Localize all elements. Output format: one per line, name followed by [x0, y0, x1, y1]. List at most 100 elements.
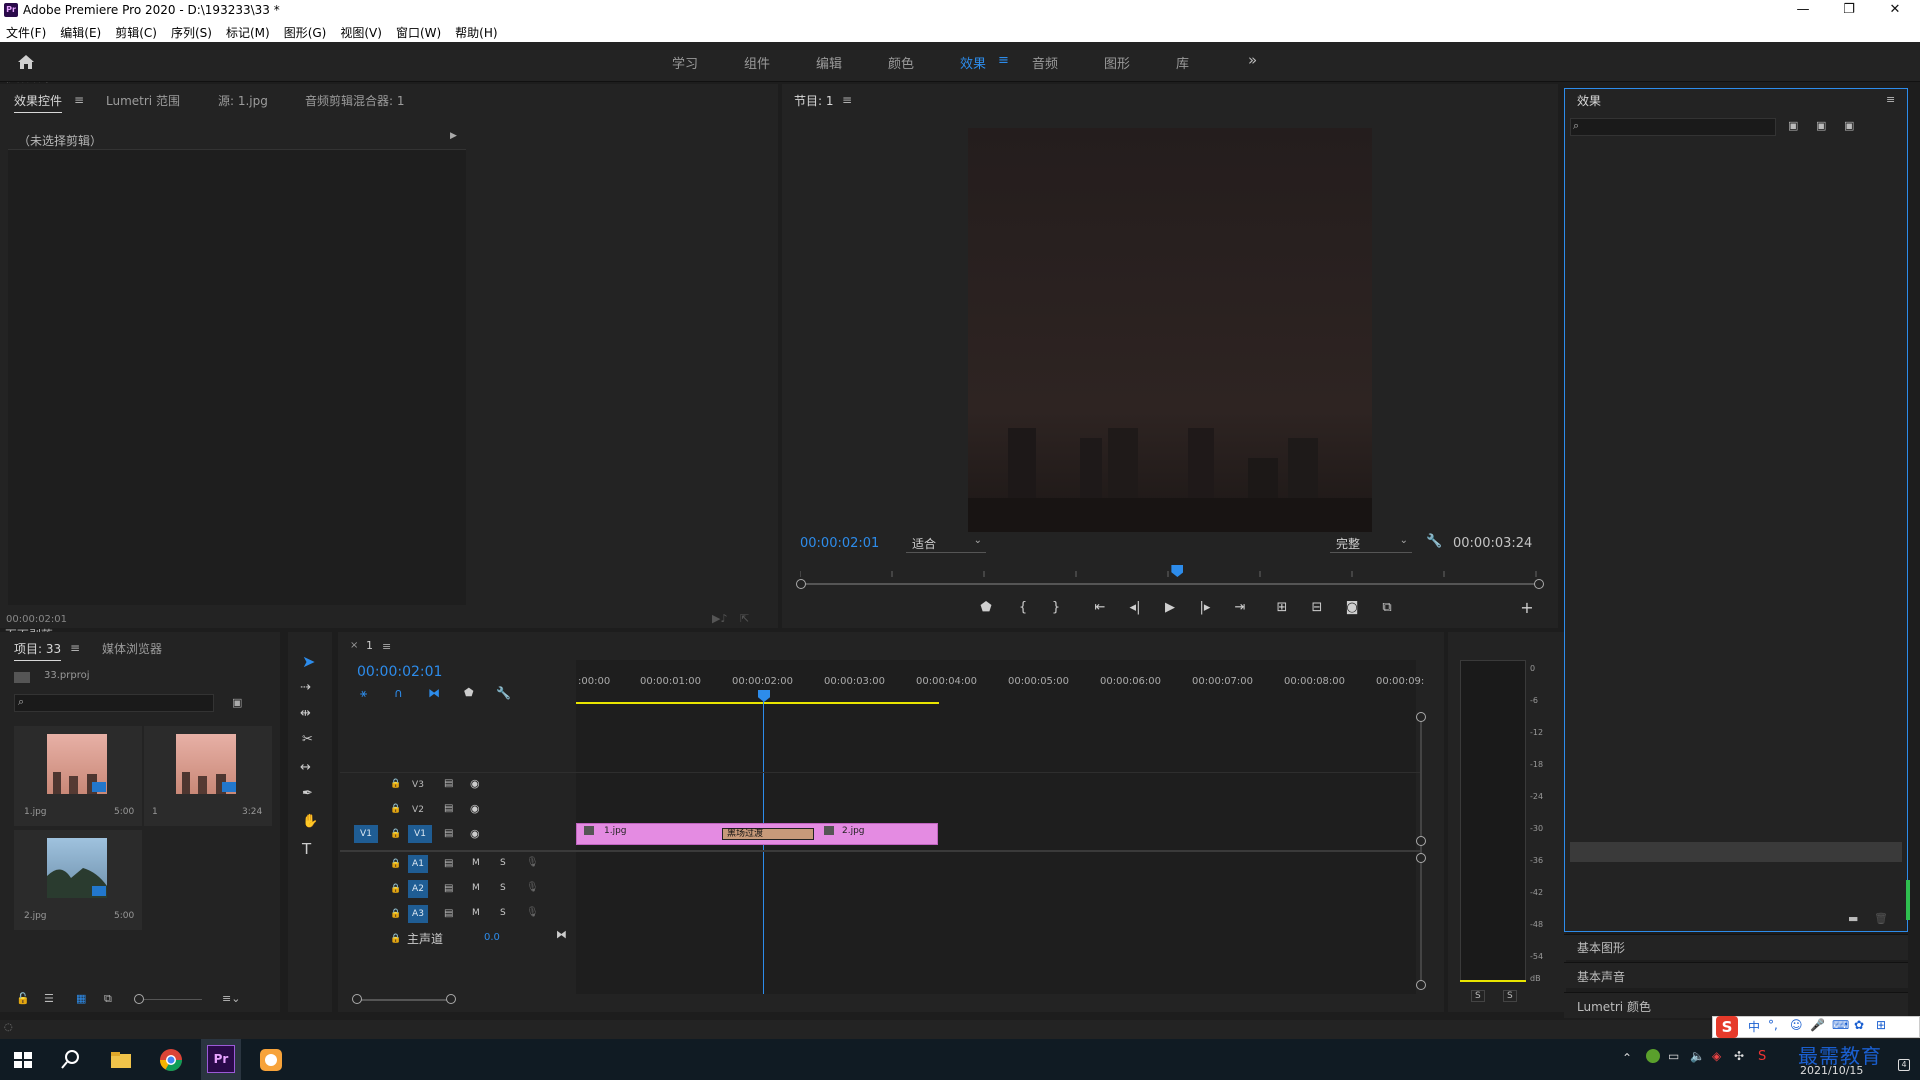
track-lock-icon[interactable]: 🔒	[390, 804, 401, 814]
more-workspaces-icon[interactable]: »	[1248, 51, 1257, 69]
nest-icon[interactable]: ⚹	[360, 686, 367, 701]
vscroll-handle-mid[interactable]	[1416, 836, 1426, 846]
menu-view[interactable]: 视图(V)	[340, 21, 388, 42]
ime-punctuation-icon[interactable]: °,	[1768, 1018, 1778, 1032]
sync-lock-icon[interactable]: ▤	[444, 778, 453, 789]
menu-edit[interactable]: 编辑(E)	[60, 21, 107, 42]
track-eye-icon[interactable]: ◉	[470, 802, 480, 815]
track-a1[interactable]: A1	[408, 855, 428, 873]
sync-lock-icon[interactable]: ▤	[444, 908, 453, 919]
clip-2jpg[interactable]: 2.jpg	[842, 826, 865, 836]
accelerated-effects-icon[interactable]: ▣	[1788, 119, 1798, 132]
snap-icon[interactable]: ∩	[394, 686, 403, 700]
workspace-assembly[interactable]: 组件	[744, 53, 770, 72]
tray-chevron-icon[interactable]: ⌃	[1622, 1051, 1632, 1065]
ime-voice-icon[interactable]: 🎤	[1810, 1018, 1825, 1032]
app-taskbar-icon[interactable]	[256, 1045, 286, 1075]
sequence-menu-icon[interactable]: ≡	[382, 640, 391, 653]
project-menu-icon[interactable]: ≡	[70, 641, 80, 655]
fit-dropdown[interactable]: 适合 ⌄	[906, 535, 986, 553]
tray-security-icon[interactable]: ◈	[1712, 1049, 1721, 1063]
program-current-timecode[interactable]: 00:00:02:01	[800, 536, 879, 551]
ime-skin-icon[interactable]: ✿	[1854, 1018, 1864, 1032]
track-lock-icon[interactable]: 🔒	[390, 934, 401, 944]
menu-file[interactable]: 文件(F)	[6, 21, 52, 42]
mute-button[interactable]: M	[472, 883, 480, 893]
restore-button[interactable]: ❐	[1826, 0, 1872, 21]
track-select-tool-icon[interactable]: ⇢	[300, 680, 311, 695]
32bit-effects-icon[interactable]: ▣	[1816, 119, 1826, 132]
tab-effect-controls[interactable]: 效果控件	[14, 92, 63, 113]
tab-media-browser[interactable]: 媒体浏览器	[102, 640, 162, 657]
sogou-logo-icon[interactable]: S	[1716, 1016, 1738, 1038]
master-end-icon[interactable]: ⧓	[556, 928, 567, 941]
go-to-out-icon[interactable]: ⇥	[1230, 598, 1250, 618]
add-marker-icon[interactable]: ⬟	[464, 686, 474, 699]
track-lock-icon[interactable]: 🔒	[390, 859, 401, 869]
track-a3[interactable]: A3	[408, 905, 428, 923]
tray-app-icon[interactable]	[1646, 1049, 1660, 1063]
track-lock-icon[interactable]: 🔒	[390, 909, 401, 919]
sync-lock-icon[interactable]: ▤	[444, 803, 453, 814]
track-eye-icon[interactable]: ◉	[470, 777, 480, 790]
add-marker-icon[interactable]: ⬟	[976, 598, 996, 618]
work-area-bar[interactable]	[576, 702, 939, 704]
hscroll-handle-left[interactable]	[352, 994, 362, 1004]
menu-sequence[interactable]: 序列(S)	[171, 21, 218, 42]
master-volume[interactable]: 0.0	[484, 932, 500, 943]
track-lock-icon[interactable]: 🔒	[390, 829, 401, 839]
selection-tool-icon[interactable]: ➤	[302, 652, 315, 671]
workspace-graphics[interactable]: 图形	[1104, 53, 1130, 72]
ime-emoji-icon[interactable]: ☺	[1790, 1018, 1803, 1032]
step-forward-icon[interactable]: |▸	[1195, 598, 1215, 618]
list-view-icon[interactable]: ☰	[44, 992, 54, 1005]
source-patch-v1[interactable]: V1	[354, 825, 378, 843]
mute-button[interactable]: M	[472, 858, 480, 868]
menu-window[interactable]: 窗口(W)	[396, 21, 447, 42]
freeform-view-icon[interactable]: ⧉	[104, 992, 112, 1006]
close-sequence-icon[interactable]: ×	[350, 640, 358, 651]
minimize-button[interactable]: —	[1780, 0, 1826, 21]
hscroll-handle-right[interactable]	[446, 994, 456, 1004]
workspace-audio[interactable]: 音频	[1032, 53, 1058, 72]
export-icon[interactable]: ⇱	[740, 612, 749, 625]
sync-lock-icon[interactable]: ▤	[444, 828, 453, 839]
menu-markers[interactable]: 标记(M)	[226, 21, 276, 42]
ime-chinese-mode[interactable]: 中	[1748, 1018, 1760, 1035]
play-icon[interactable]: ▶	[1160, 598, 1180, 618]
menu-clip[interactable]: 剪辑(C)	[115, 21, 163, 42]
tray-network-icon[interactable]: ▭	[1668, 1049, 1679, 1063]
delete-icon[interactable]: 🗑	[1874, 912, 1888, 925]
lock-icon[interactable]: 🔓	[16, 992, 30, 1005]
workspace-editing[interactable]: 编辑	[816, 53, 842, 72]
program-scrub-track[interactable]	[801, 583, 1539, 585]
linked-selection-icon[interactable]: ⧓	[428, 686, 440, 700]
tab-audio-clip-mixer[interactable]: 音频剪辑混合器: 1	[305, 92, 405, 109]
ime-keyboard-icon[interactable]: ⌨	[1832, 1018, 1849, 1032]
sogou-ime-icon[interactable]: S	[1758, 1049, 1766, 1064]
new-bin-search-icon[interactable]: ▣	[232, 696, 242, 709]
play-audio-icon[interactable]: ▶♪	[712, 612, 727, 625]
timeline-settings-icon[interactable]: 🔧	[496, 686, 511, 700]
vertical-scrollbar[interactable]	[1420, 712, 1422, 984]
timeline-timecode[interactable]: 00:00:02:01	[357, 664, 442, 680]
sync-lock-icon[interactable]: ▤	[444, 858, 453, 869]
transition-fade-to-black[interactable]: 黑场过渡	[722, 828, 814, 840]
zoom-handle-left[interactable]	[796, 579, 806, 589]
program-title[interactable]: 节目: 1	[794, 92, 834, 112]
voiceover-mic-icon[interactable]: 🎙	[526, 907, 539, 918]
button-editor-icon[interactable]: +	[1517, 598, 1537, 618]
program-menu-icon[interactable]: ≡	[842, 93, 852, 107]
ime-toolbox-icon[interactable]: ⊞	[1876, 1018, 1886, 1032]
zoom-handle-right[interactable]	[1534, 579, 1544, 589]
workspace-effects[interactable]: 效果	[960, 53, 986, 72]
track-lock-icon[interactable]: 🔒	[390, 884, 401, 894]
effects-scrollbar-thumb[interactable]	[1906, 880, 1910, 920]
zoom-slider-handle[interactable]	[134, 994, 144, 1004]
clip-1jpg[interactable]: 1.jpg	[604, 826, 627, 836]
program-ruler[interactable]	[799, 566, 1540, 577]
mute-button[interactable]: M	[472, 908, 480, 918]
export-frame-icon[interactable]: ◙	[1342, 598, 1362, 618]
voiceover-mic-icon[interactable]: 🎙	[526, 882, 539, 893]
hand-tool-icon[interactable]: ✋	[302, 814, 318, 829]
